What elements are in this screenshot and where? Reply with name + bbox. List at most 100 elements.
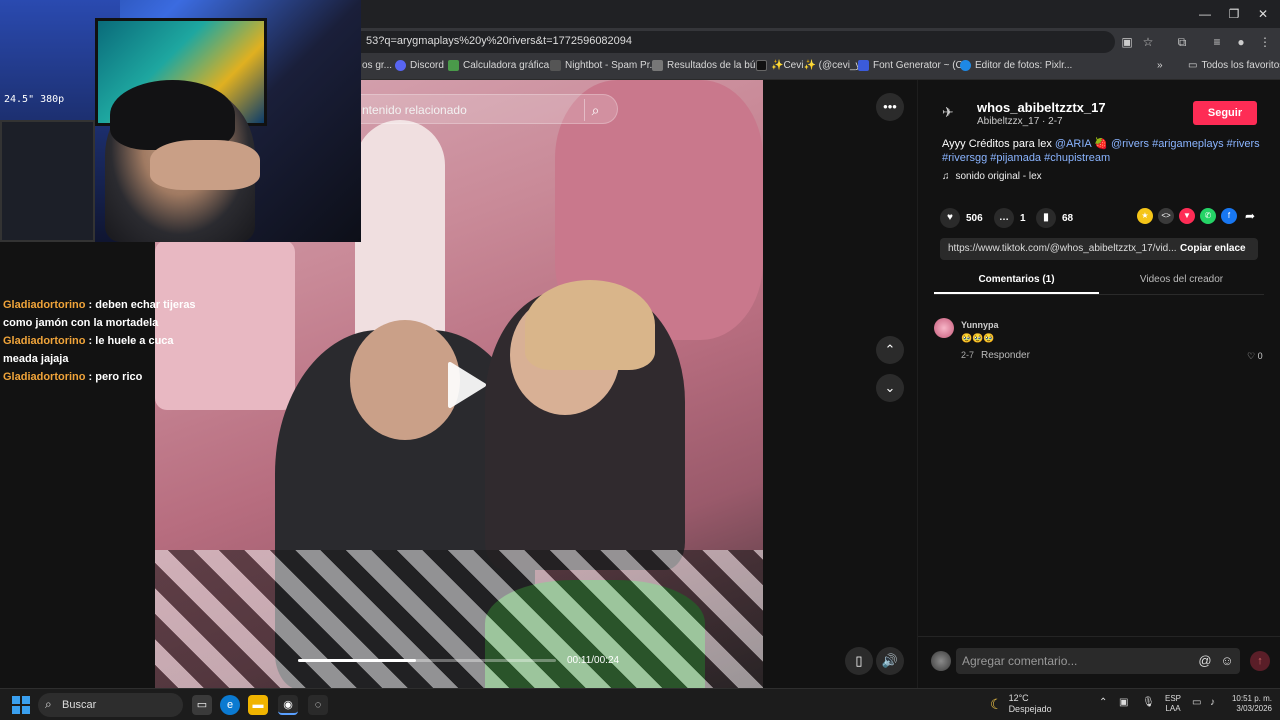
extensions-icon[interactable]: ⧉ [1173, 33, 1191, 51]
edge-icon[interactable]: e [220, 695, 240, 715]
like-stat[interactable]: ♥ 506 [940, 208, 983, 228]
caption-mention[interactable]: @ARIA [1055, 138, 1091, 150]
url-text[interactable]: 53?q=arygmaplays%20y%20rivers&t=17725960… [366, 35, 632, 47]
commenter-avatar[interactable] [934, 318, 954, 338]
chat-message: Gladiadortorino : le huele a cuca meada … [3, 335, 174, 365]
page-icon [652, 60, 663, 71]
next-video-icon[interactable]: ⌄ [876, 374, 904, 402]
more-options-icon[interactable]: ••• [876, 93, 904, 121]
comment-stat[interactable]: … 1 [994, 208, 1026, 228]
bookmark-item[interactable]: Editor de fotos: Pixlr... [960, 60, 1072, 71]
music-note-icon: ♫ [942, 171, 950, 182]
search-icon[interactable]: ⌕ [584, 99, 606, 121]
video-progress-fill [298, 659, 417, 662]
comment-like[interactable]: ♡ 0 [1247, 351, 1263, 362]
video-progress-bar[interactable] [298, 659, 556, 662]
discord-icon [395, 60, 406, 71]
tray-overflow-icon[interactable]: ⌃ [1099, 697, 1107, 708]
stream-chat: Gladiadortorino : deben echar tijeras co… [0, 296, 210, 386]
clock[interactable]: 10:51 p. m. 3/03/2026 [1228, 694, 1272, 714]
bookmark-icon[interactable]: ▮ [1036, 208, 1056, 228]
chrome-icon[interactable]: ◉ [278, 695, 298, 715]
bookmark-label: Resultados de la bú... [667, 60, 764, 71]
keyboard-layout: LAA [1165, 704, 1181, 713]
coin-icon[interactable]: ★ [1137, 208, 1153, 224]
font-icon [858, 60, 869, 71]
author-avatar[interactable]: ✈ [942, 104, 968, 124]
bookmark-item[interactable]: os gr... [362, 60, 392, 71]
obs-icon[interactable]: ◌ [308, 695, 328, 715]
tab-comments[interactable]: Comentarios (1) [934, 274, 1099, 294]
save-stat[interactable]: ▮ 68 [1036, 208, 1073, 228]
wifi-icon[interactable]: ▭ [1192, 697, 1201, 708]
omnibox[interactable]: 53?q=arygmaplays%20y%20rivers&t=17725960… [300, 31, 1115, 53]
task-view-icon[interactable]: ▭ [192, 695, 212, 715]
share-link-url[interactable]: https://www.tiktok.com/@whos_abibeltzztx… [948, 243, 1177, 254]
profile-avatar-icon[interactable]: ● [1232, 33, 1250, 51]
bookmarks-overflow-icon[interactable]: » [1157, 60, 1163, 71]
emoji-icon[interactable]: ☺ [1218, 652, 1236, 670]
weather-widget[interactable]: ☾ 12°C Despejado [990, 693, 1052, 715]
play-icon[interactable] [440, 360, 490, 410]
microphone-icon[interactable]: 🎙 [1142, 697, 1155, 708]
sound-label: sonido original - lex [955, 171, 1042, 182]
bookmark-item[interactable]: Discord [395, 60, 444, 71]
embed-icon[interactable]: <> [1158, 208, 1174, 224]
volume-icon[interactable]: 🔊 [876, 647, 904, 675]
chat-message: Gladiadortorino : pero rico [3, 371, 143, 383]
taskbar-search[interactable]: ⌕ Buscar [38, 693, 183, 717]
facebook-icon[interactable]: f [1221, 208, 1237, 224]
speaker-icon[interactable]: ♪ [1210, 697, 1215, 708]
browser-menu-icon[interactable]: ⋮ [1256, 33, 1274, 51]
comment-icon[interactable]: … [994, 208, 1014, 228]
mention-icon[interactable]: @ [1196, 652, 1214, 670]
reply-button[interactable]: Responder [981, 350, 1030, 361]
pixlr-icon [960, 60, 971, 71]
tab-creator-videos[interactable]: Videos del creador [1099, 274, 1264, 294]
cast-icon[interactable]: ▣ [1118, 33, 1136, 51]
related-content-search[interactable]: ntenido relacionado ⌕ [345, 94, 618, 124]
bookmark-item[interactable]: Calculadora gráfica... [448, 60, 558, 71]
float-player-icon[interactable]: ▯ [845, 647, 873, 675]
copy-link-button[interactable]: Copiar enlace [1180, 243, 1246, 254]
all-bookmarks[interactable]: ▭ Todos los favoritos [1188, 60, 1280, 71]
follow-button[interactable]: Seguir [1193, 101, 1257, 125]
language-indicator[interactable]: ESP LAA [1165, 694, 1181, 714]
windows-start-icon[interactable] [12, 696, 30, 714]
comment-text: 🥹🥹🥹 [961, 333, 995, 343]
post-caption: Ayyy Créditos para lex @ARIA 🍓 @rivers #… [942, 137, 1262, 165]
nightbot-icon [550, 60, 561, 71]
all-bookmarks-label: Todos los favoritos [1201, 60, 1280, 71]
clock-date: 3/03/2026 [1236, 704, 1272, 713]
tab-divider [934, 294, 1264, 295]
whatsapp-icon[interactable]: ✆ [1200, 208, 1216, 224]
author-name[interactable]: whos_abibeltzztx_17 [977, 100, 1106, 115]
media-control-icon[interactable]: ≡ [1208, 33, 1226, 51]
video-time: 00:11/00:24 [567, 655, 620, 666]
caption-mention[interactable]: @rivers [1111, 138, 1149, 150]
sound-link[interactable]: ♫ sonido original - lex [942, 171, 1042, 182]
post-comment-icon[interactable]: ↑ [1250, 651, 1270, 671]
bookmark-item[interactable]: Resultados de la bú... [652, 60, 764, 71]
comment-like-count: 0 [1257, 351, 1263, 361]
heart-icon[interactable]: ♥ [940, 208, 960, 228]
taskbar-search-label: Buscar [62, 699, 97, 711]
bookmark-label: os gr... [362, 60, 393, 71]
close-button[interactable]: ✕ [1246, 4, 1280, 24]
network-tray-icon[interactable]: ▣ [1119, 697, 1128, 708]
bookmark-star-icon[interactable]: ☆ [1139, 33, 1157, 51]
file-explorer-icon[interactable]: ▬ [248, 695, 268, 715]
bookmark-item[interactable]: Font Generator ~ (C... [858, 60, 971, 71]
chat-text: pero rico [95, 371, 143, 383]
comment-count: 1 [1020, 212, 1026, 224]
weather-temp: 12°C [1008, 693, 1029, 703]
bookmark-label: Calculadora gráfica... [463, 60, 558, 71]
commenter-name[interactable]: Yunnypa [961, 320, 999, 330]
previous-video-icon[interactable]: ⌃ [876, 336, 904, 364]
webcam-person-hand [150, 140, 260, 190]
send-to-friends-icon[interactable]: ▼ [1179, 208, 1195, 224]
clock-time: 10:51 p. m. [1231, 694, 1272, 703]
bookmark-item[interactable]: Nightbot - Spam Pr... [550, 60, 658, 71]
bookmark-item[interactable]: ✨Cevi✨ (@cevi_y... [756, 60, 868, 71]
share-arrow-icon[interactable]: ➦ [1242, 208, 1258, 224]
